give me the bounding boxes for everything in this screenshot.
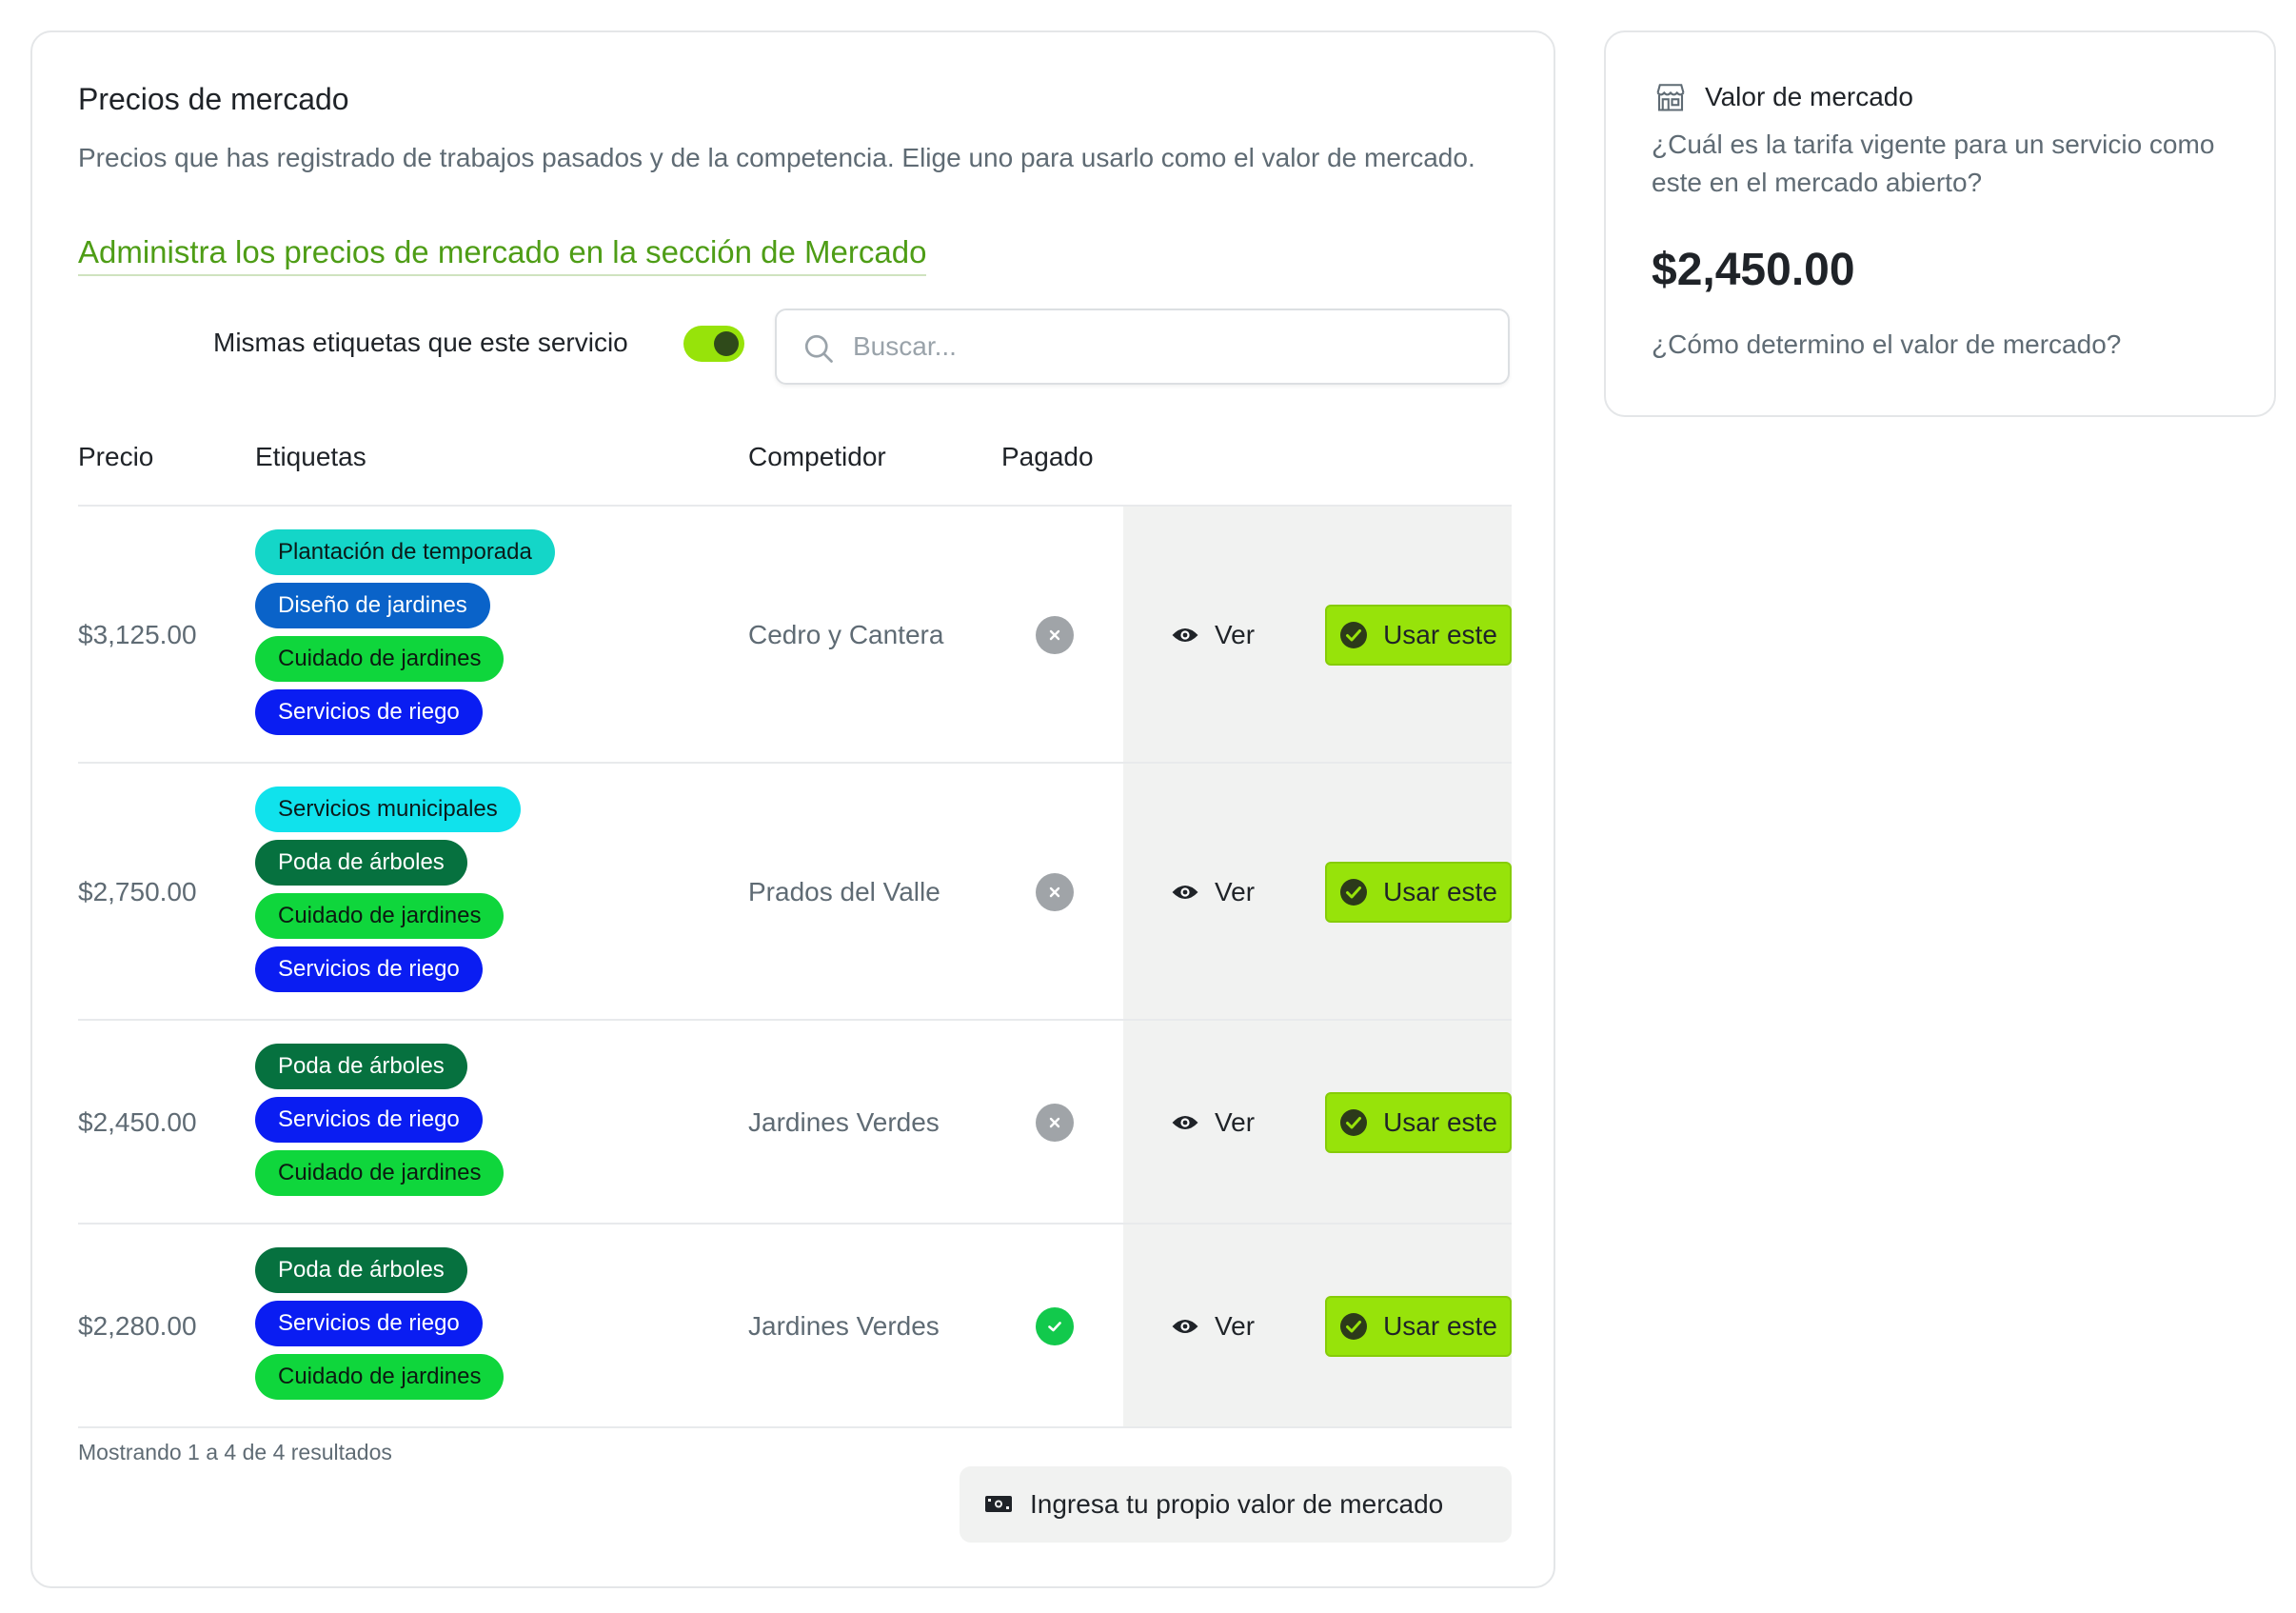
- check-circle-icon: [1340, 1109, 1368, 1136]
- use-this-button-label: Usar este: [1383, 877, 1497, 906]
- same-tags-label: Mismas etiquetas que este servicio: [213, 328, 628, 357]
- check-circle-icon: [1340, 879, 1368, 906]
- use-this-button[interactable]: Usar este: [1325, 605, 1512, 666]
- row-competitor: Cedro y Cantera: [748, 620, 944, 649]
- row-tags: Plantación de temporada Diseño de jardine…: [255, 529, 555, 735]
- table-bottom-divider: [78, 1426, 1512, 1428]
- how-to-determine-market-value-link[interactable]: ¿Cómo determino el valor de mercado?: [1652, 329, 2121, 360]
- paid-no-icon: [1036, 1104, 1074, 1142]
- eye-icon: [1172, 628, 1198, 642]
- use-this-button-label: Usar este: [1383, 620, 1497, 649]
- tag-badge: Servicios de riego: [255, 689, 483, 735]
- search-box: [775, 309, 1510, 385]
- row-price: $2,450.00: [78, 1107, 197, 1137]
- tag-badge: Servicios de riego: [255, 1301, 483, 1346]
- use-this-button-label: Usar este: [1383, 1311, 1497, 1341]
- row-tags: Poda de árboles Servicios de riego Cuidado…: [255, 1044, 505, 1196]
- tag-badge: Poda de árboles: [255, 840, 467, 886]
- table-row: $2,750.00 Servicios municipales Poda de ár…: [78, 762, 1512, 1019]
- column-header-price: Precio: [78, 442, 154, 471]
- eye-icon: [1172, 886, 1198, 899]
- view-button-label: Ver: [1215, 877, 1256, 906]
- tag-badge: Poda de árboles: [255, 1044, 467, 1089]
- column-header-paid: Pagado: [1001, 442, 1094, 471]
- paid-no-icon: [1036, 873, 1074, 911]
- tag-badge: Poda de árboles: [255, 1247, 467, 1293]
- market-prices-description: Precios que has registrado de trabajos p…: [78, 143, 1475, 172]
- table-row: $2,450.00 Poda de árboles Servicios de rie…: [78, 1019, 1512, 1223]
- column-header-tags: Etiquetas: [255, 442, 366, 471]
- row-price: $3,125.00: [78, 620, 197, 649]
- row-tags: Servicios municipales Poda de árboles Cuid…: [255, 787, 521, 992]
- table-row: $2,280.00 Poda de árboles Servicios de rie…: [78, 1223, 1512, 1426]
- tag-badge: Diseño de jardines: [255, 583, 490, 628]
- toggle-knob: [714, 331, 739, 356]
- storefront-icon: [1656, 84, 1685, 111]
- same-tags-toggle[interactable]: [683, 326, 744, 362]
- use-this-button[interactable]: Usar este: [1325, 1092, 1512, 1153]
- row-competitor: Jardines Verdes: [748, 1107, 940, 1137]
- manage-market-prices-link[interactable]: Administra los precios de mercado en la …: [78, 234, 927, 276]
- paid-no-icon: [1036, 616, 1074, 654]
- search-icon: [804, 334, 833, 363]
- market-value-question: ¿Cuál es la tarifa vigente para un servi…: [1652, 129, 2215, 197]
- paid-yes-icon: [1036, 1307, 1074, 1345]
- tag-badge: Cuidado de jardines: [255, 1150, 505, 1196]
- market-value-card: Valor de mercado ¿Cuál es la tarifa vige…: [1604, 30, 2276, 417]
- market-value-amount: $2,450.00: [1652, 245, 1855, 295]
- row-competitor: Jardines Verdes: [748, 1311, 940, 1341]
- eye-icon: [1172, 1320, 1198, 1333]
- tag-badge: Cuidado de jardines: [255, 893, 505, 939]
- results-summary: Mostrando 1 a 4 de 4 resultados: [78, 1440, 392, 1464]
- enter-own-market-value-button[interactable]: Ingresa tu propio valor de mercado: [960, 1466, 1512, 1543]
- tag-badge: Plantación de temporada: [255, 529, 555, 575]
- use-this-button-label: Usar este: [1383, 1107, 1497, 1137]
- cash-icon: [985, 1496, 1012, 1512]
- tag-badge: Servicios municipales: [255, 787, 521, 832]
- view-button[interactable]: Ver: [1171, 1298, 1255, 1355]
- view-button[interactable]: Ver: [1171, 1094, 1255, 1151]
- use-this-button[interactable]: Usar este: [1325, 1296, 1512, 1357]
- market-prices-card: Precios de mercado Precios que has regis…: [30, 30, 1555, 1588]
- view-button[interactable]: Ver: [1171, 864, 1255, 921]
- row-tags: Poda de árboles Servicios de riego Cuidado…: [255, 1247, 505, 1400]
- view-button-label: Ver: [1215, 1311, 1256, 1341]
- check-circle-icon: [1340, 622, 1368, 648]
- row-competitor: Prados del Valle: [748, 877, 940, 906]
- tag-badge: Servicios de riego: [255, 1097, 483, 1143]
- tag-badge: Cuidado de jardines: [255, 1354, 505, 1400]
- view-button-label: Ver: [1215, 1107, 1256, 1137]
- column-header-competitor: Competidor: [748, 442, 886, 471]
- market-prices-title: Precios de mercado: [78, 82, 349, 116]
- tag-badge: Servicios de riego: [255, 946, 483, 992]
- tag-badge: Cuidado de jardines: [255, 636, 505, 682]
- row-price: $2,750.00: [78, 877, 197, 906]
- enter-own-market-value-label: Ingresa tu propio valor de mercado: [1030, 1489, 1444, 1519]
- market-value-title: Valor de mercado: [1705, 82, 1913, 111]
- row-price: $2,280.00: [78, 1311, 197, 1341]
- search-input[interactable]: [853, 324, 1481, 369]
- view-button[interactable]: Ver: [1171, 607, 1255, 664]
- view-button-label: Ver: [1215, 620, 1256, 649]
- use-this-button[interactable]: Usar este: [1325, 862, 1512, 923]
- check-circle-icon: [1340, 1313, 1368, 1340]
- eye-icon: [1172, 1116, 1198, 1129]
- table-row: $3,125.00 Plantación de temporada Diseño d…: [78, 505, 1512, 762]
